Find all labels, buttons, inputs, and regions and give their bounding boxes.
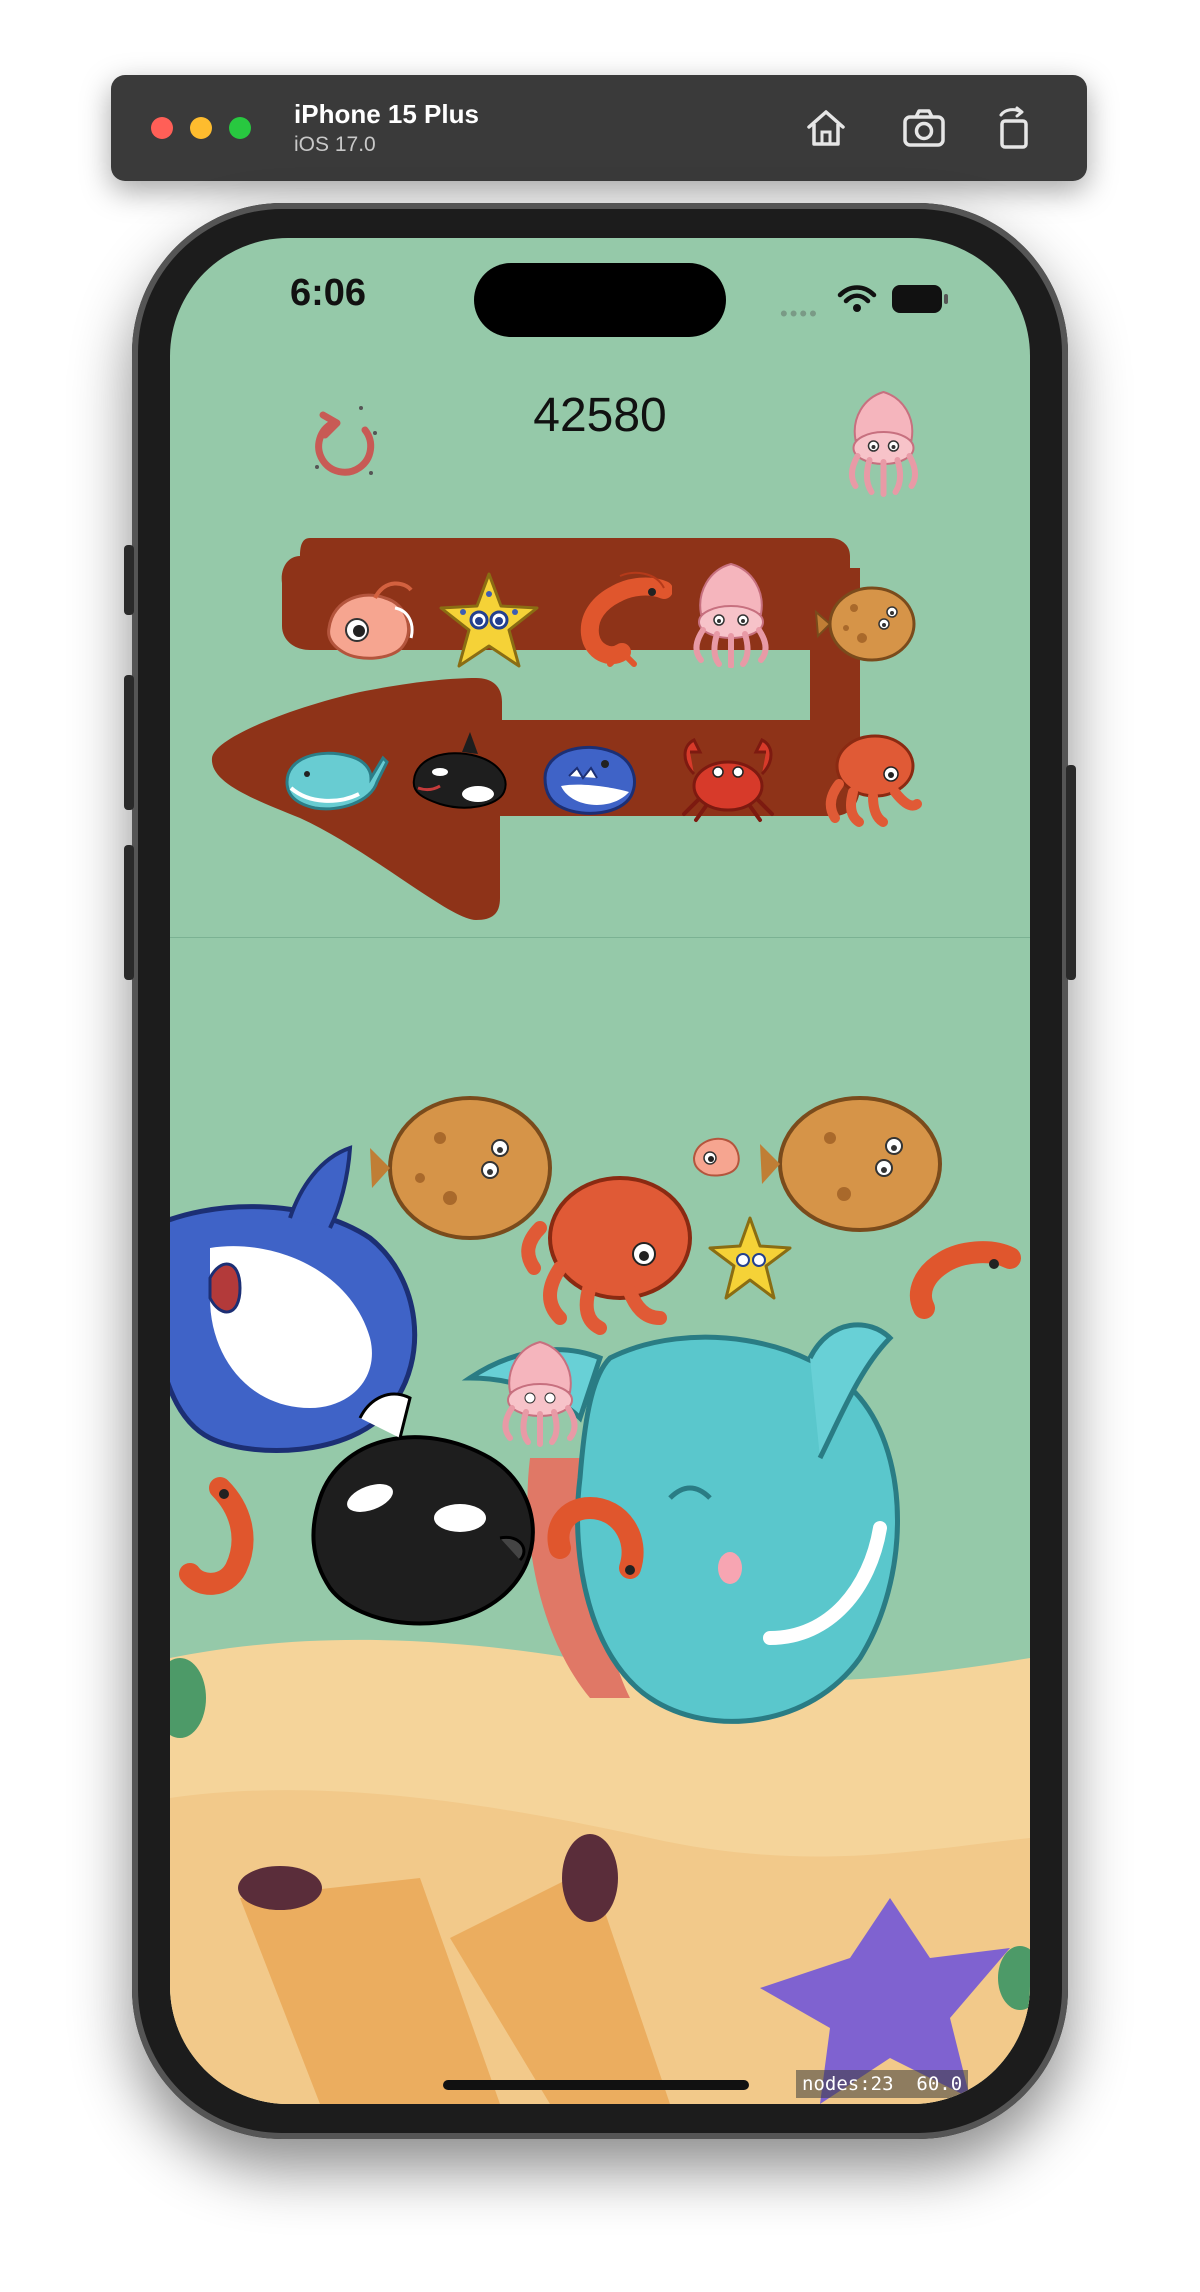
queue-whale-icon <box>285 751 389 811</box>
debug-stats: nodes:23 60.0 <box>796 2070 969 2098</box>
simulator-title-bar: iPhone 15 Plus iOS 17.0 <box>111 75 1087 181</box>
minimize-window-button[interactable] <box>190 117 212 139</box>
volume-down-button <box>124 845 134 980</box>
node-count: nodes:23 <box>802 2073 894 2095</box>
game-screen[interactable]: 6:06 •••• 42580 nodes:23 60.0 <box>170 238 1030 2104</box>
queue-orca-icon <box>412 732 507 809</box>
flounder-piece <box>370 1096 552 1240</box>
queue-goldfish-icon <box>327 581 414 660</box>
fps-value: 60.0 <box>916 2073 963 2095</box>
zoom-window-button[interactable] <box>229 117 251 139</box>
volume-up-button <box>124 675 134 810</box>
shrimp-piece-2 <box>179 1477 254 1595</box>
shrimp-piece <box>909 1241 1021 1319</box>
octopus-piece <box>521 1176 692 1335</box>
os-version: iOS 17.0 <box>294 133 376 156</box>
queue-squid-icon <box>693 562 769 668</box>
queue-crab-icon <box>682 737 774 822</box>
power-button <box>1066 765 1076 980</box>
queue-shark-icon <box>543 745 636 815</box>
rotate-icon[interactable] <box>989 103 1039 153</box>
goldfish-piece <box>692 1137 740 1177</box>
queue-starfish-icon <box>439 572 539 668</box>
starfish-piece <box>708 1216 792 1300</box>
action-button <box>124 545 134 615</box>
device-name: iPhone 15 Plus <box>294 99 479 129</box>
home-icon[interactable] <box>801 103 851 153</box>
play-area[interactable] <box>170 938 1030 2104</box>
queue-octopus-icon <box>825 734 922 827</box>
queue-flounder-icon <box>814 586 916 662</box>
screenshot-icon[interactable] <box>899 103 949 153</box>
home-indicator <box>443 2080 749 2090</box>
flounder-piece-2 <box>760 1096 942 1232</box>
close-window-button[interactable] <box>151 117 173 139</box>
queue-shrimp-icon <box>580 571 672 667</box>
